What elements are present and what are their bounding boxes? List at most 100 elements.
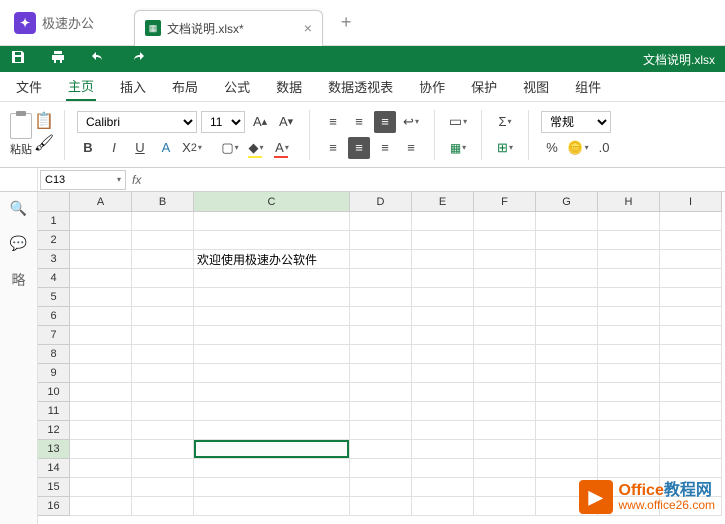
cell[interactable]: [70, 402, 132, 421]
cell[interactable]: [660, 307, 722, 326]
cell[interactable]: [70, 250, 132, 269]
cell[interactable]: [132, 345, 194, 364]
cell[interactable]: [70, 440, 132, 459]
cell[interactable]: [598, 307, 660, 326]
cell[interactable]: [194, 459, 350, 478]
cell[interactable]: [194, 307, 350, 326]
row-header[interactable]: 12: [38, 421, 70, 440]
cell[interactable]: [132, 402, 194, 421]
cell[interactable]: [132, 326, 194, 345]
cell[interactable]: [194, 478, 350, 497]
col-header[interactable]: E: [412, 192, 474, 212]
cell[interactable]: [536, 231, 598, 250]
row-header[interactable]: 8: [38, 345, 70, 364]
cell[interactable]: [474, 364, 536, 383]
cell[interactable]: [598, 269, 660, 288]
insert-function-button[interactable]: Σ▾: [494, 111, 516, 133]
cell[interactable]: [536, 459, 598, 478]
cell[interactable]: [132, 269, 194, 288]
cell[interactable]: [70, 231, 132, 250]
decrease-font-icon[interactable]: A▾: [275, 111, 297, 133]
ribbon-tab-6[interactable]: 数据透视表: [326, 73, 395, 100]
cell[interactable]: [194, 269, 350, 288]
ribbon-tab-5[interactable]: 数据: [274, 73, 304, 100]
percent-button[interactable]: %: [541, 137, 563, 159]
cell[interactable]: [598, 250, 660, 269]
cell[interactable]: [660, 364, 722, 383]
cell[interactable]: [350, 231, 412, 250]
name-box[interactable]: C13▾: [40, 170, 126, 190]
formula-input[interactable]: [147, 170, 725, 190]
cell[interactable]: [70, 326, 132, 345]
number-format-select[interactable]: 常规: [541, 111, 611, 133]
cell[interactable]: [412, 288, 474, 307]
align-center-icon[interactable]: ≡: [348, 137, 370, 159]
cell[interactable]: [132, 421, 194, 440]
cell[interactable]: [70, 212, 132, 231]
align-middle-icon[interactable]: ≡: [348, 111, 370, 133]
spreadsheet-grid[interactable]: ABCDEFGHI 12345678910111213141516 欢迎使用极速…: [38, 192, 725, 524]
cell[interactable]: [474, 307, 536, 326]
col-header[interactable]: F: [474, 192, 536, 212]
cell[interactable]: [660, 383, 722, 402]
cell[interactable]: [132, 231, 194, 250]
cell[interactable]: [350, 440, 412, 459]
underline-button[interactable]: U: [129, 137, 151, 159]
italic-button[interactable]: I: [103, 137, 125, 159]
redo-icon[interactable]: [130, 49, 146, 70]
ribbon-tab-3[interactable]: 布局: [170, 73, 200, 100]
cell[interactable]: [536, 345, 598, 364]
cell[interactable]: [412, 307, 474, 326]
cell[interactable]: [132, 440, 194, 459]
cell[interactable]: [350, 345, 412, 364]
row-header[interactable]: 10: [38, 383, 70, 402]
cell[interactable]: [660, 269, 722, 288]
cell[interactable]: [132, 250, 194, 269]
cell[interactable]: [412, 212, 474, 231]
cell[interactable]: [412, 383, 474, 402]
strikethrough-button[interactable]: X2▾: [181, 137, 203, 159]
increase-font-icon[interactable]: A▴: [249, 111, 271, 133]
cell[interactable]: [70, 288, 132, 307]
cell[interactable]: [660, 345, 722, 364]
add-tab-button[interactable]: +: [341, 12, 352, 33]
cell[interactable]: [132, 212, 194, 231]
cell[interactable]: [412, 231, 474, 250]
cell[interactable]: [70, 421, 132, 440]
align-right-icon[interactable]: ≡: [374, 137, 396, 159]
row-header[interactable]: 9: [38, 364, 70, 383]
row-header[interactable]: 6: [38, 307, 70, 326]
wrap-text-button[interactable]: ↩▾: [400, 111, 422, 133]
col-header[interactable]: I: [660, 192, 722, 212]
cell[interactable]: [350, 497, 412, 516]
bold-button[interactable]: B: [77, 137, 99, 159]
cell[interactable]: [536, 288, 598, 307]
fx-icon[interactable]: fx: [132, 173, 141, 187]
cell[interactable]: [132, 364, 194, 383]
col-header[interactable]: H: [598, 192, 660, 212]
cell[interactable]: [474, 269, 536, 288]
cell[interactable]: [474, 212, 536, 231]
cell[interactable]: [660, 421, 722, 440]
cell[interactable]: [70, 459, 132, 478]
cell[interactable]: [660, 440, 722, 459]
align-left-icon[interactable]: ≡: [322, 137, 344, 159]
row-header[interactable]: 7: [38, 326, 70, 345]
cell[interactable]: [350, 269, 412, 288]
cell[interactable]: [350, 364, 412, 383]
cell[interactable]: [536, 212, 598, 231]
align-top-icon[interactable]: ≡: [322, 111, 344, 133]
cell[interactable]: [194, 212, 350, 231]
col-header[interactable]: B: [132, 192, 194, 212]
ribbon-tab-2[interactable]: 插入: [118, 73, 148, 100]
cell[interactable]: [474, 326, 536, 345]
cell[interactable]: [474, 288, 536, 307]
cell[interactable]: [412, 345, 474, 364]
cell[interactable]: [70, 383, 132, 402]
ribbon-tab-7[interactable]: 协作: [417, 73, 447, 100]
row-header[interactable]: 15: [38, 478, 70, 497]
cell[interactable]: [132, 459, 194, 478]
cell[interactable]: [536, 440, 598, 459]
print-icon[interactable]: [50, 49, 66, 70]
col-header[interactable]: C: [194, 192, 350, 212]
